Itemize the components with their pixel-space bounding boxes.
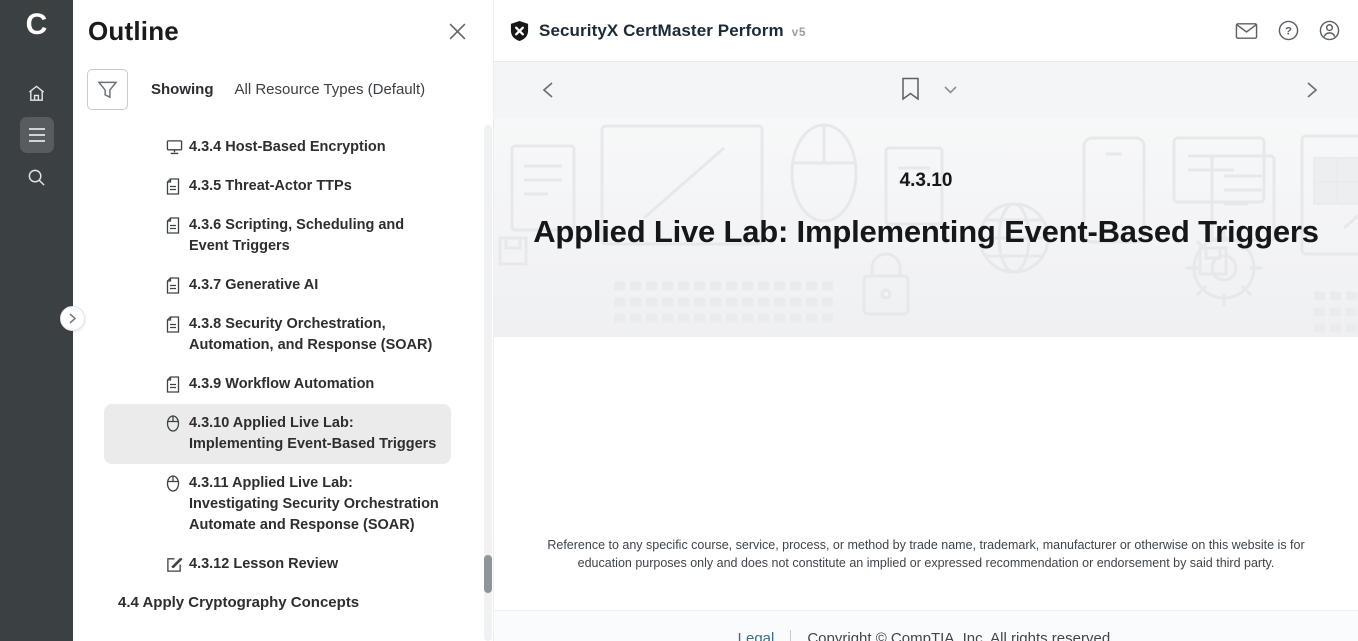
chevron-right-icon	[68, 313, 77, 324]
lesson-title: Applied Live Lab: Implementing Event-Bas…	[533, 214, 1319, 250]
next-page-button[interactable]	[1306, 82, 1318, 98]
document-icon	[166, 316, 180, 333]
close-outline-button[interactable]	[448, 22, 467, 41]
collapse-panel-button[interactable]	[60, 306, 85, 331]
monitor-icon	[166, 139, 183, 155]
lesson-number: 4.3.10	[900, 170, 953, 192]
outline-menu-button[interactable]	[20, 117, 54, 153]
lesson-toolbar	[494, 62, 1358, 118]
chevron-right-icon	[1306, 82, 1318, 98]
outline-item-4-3-5[interactable]: 4.3.5 Threat-Actor TTPs	[104, 167, 451, 206]
close-icon	[448, 22, 467, 41]
bookmark-menu-button[interactable]	[944, 86, 957, 94]
filter-funnel-icon	[97, 80, 118, 100]
outline-item-4-3-8[interactable]: 4.3.8 Security Orchestration, Automation…	[104, 305, 451, 365]
home-button[interactable]	[20, 75, 54, 111]
outline-list: 4.3.4 Host-Based Encryption 4.3.5 Threat…	[73, 128, 493, 611]
account-button[interactable]	[1319, 20, 1340, 41]
legal-link[interactable]: Legal	[738, 630, 775, 641]
outline-item-4-3-6[interactable]: 4.3.6 Scripting, Scheduling and Event Tr…	[104, 206, 451, 266]
search-button[interactable]	[20, 159, 54, 195]
search-icon	[27, 168, 46, 187]
help-button[interactable]: ?	[1278, 20, 1299, 41]
filter-showing-label: Showing	[151, 81, 214, 98]
app-window: C	[0, 0, 1358, 641]
mail-button[interactable]	[1235, 22, 1258, 40]
third-party-disclaimer: Reference to any specific course, servic…	[526, 537, 1326, 610]
securityx-shield-icon	[509, 20, 530, 42]
outline-menu-icon	[28, 128, 46, 142]
lesson-content: Reference to any specific course, servic…	[494, 337, 1358, 610]
outline-scrollbar-track[interactable]	[484, 125, 492, 641]
outline-item-4-3-7[interactable]: 4.3.7 Generative AI	[104, 266, 451, 305]
app-header: SecurityX CertMaster Perform v5 ?	[494, 0, 1358, 62]
svg-text:?: ?	[1285, 26, 1292, 38]
bookmark-icon	[901, 77, 920, 101]
outline-item-4-3-11[interactable]: 4.3.11 Applied Live Lab: Investigating S…	[104, 464, 451, 545]
home-icon	[27, 84, 46, 103]
mouse-icon	[166, 475, 180, 492]
mouse-icon	[166, 415, 180, 432]
outline-item-4-3-12[interactable]: 4.3.12 Lesson Review	[104, 545, 451, 584]
outline-panel: Outline Showing All Resource Types (Defa…	[73, 0, 493, 641]
outline-title: Outline	[88, 16, 179, 47]
document-icon	[166, 376, 180, 393]
filter-row: Showing All Resource Types (Default)	[87, 69, 493, 110]
comptia-logo: C	[26, 8, 48, 41]
document-icon	[166, 178, 180, 195]
outline-item-4-3-4[interactable]: 4.3.4 Host-Based Encryption	[104, 128, 451, 167]
rail-nav	[20, 75, 54, 195]
filter-button[interactable]	[87, 69, 128, 110]
header-icons: ?	[1235, 20, 1340, 41]
outline-section-4-4[interactable]: 4.4 Apply Cryptography Concepts	[118, 594, 493, 611]
filter-value[interactable]: All Resource Types (Default)	[235, 81, 426, 98]
brand: SecurityX CertMaster Perform v5	[509, 20, 806, 42]
bookmark-button[interactable]	[901, 77, 920, 101]
footer-divider	[790, 630, 791, 641]
page-footer: Legal Copyright © CompTIA, Inc. All righ…	[494, 610, 1358, 641]
document-icon	[166, 277, 180, 294]
outline-scrollbar-thumb[interactable]	[484, 555, 492, 593]
outline-item-4-3-10-current[interactable]: 4.3.10 Applied Live Lab: Implementing Ev…	[104, 404, 451, 464]
help-icon: ?	[1278, 20, 1299, 41]
main-area: SecurityX CertMaster Perform v5 ?	[493, 0, 1358, 641]
mail-icon	[1235, 22, 1258, 40]
outline-item-4-3-9[interactable]: 4.3.9 Workflow Automation	[104, 365, 451, 404]
chevron-left-icon	[542, 82, 554, 98]
chevron-down-icon	[944, 86, 957, 94]
copyright-text: Copyright © CompTIA, Inc. All rights res…	[807, 630, 1114, 641]
document-icon	[166, 217, 180, 234]
product-title: SecurityX CertMaster Perform	[539, 21, 784, 41]
account-icon	[1319, 20, 1340, 41]
lesson-banner: 4.3.10 Applied Live Lab: Implementing Ev…	[494, 118, 1358, 337]
previous-page-button[interactable]	[542, 82, 554, 98]
edit-icon	[166, 556, 183, 573]
product-version: v5	[792, 22, 806, 39]
